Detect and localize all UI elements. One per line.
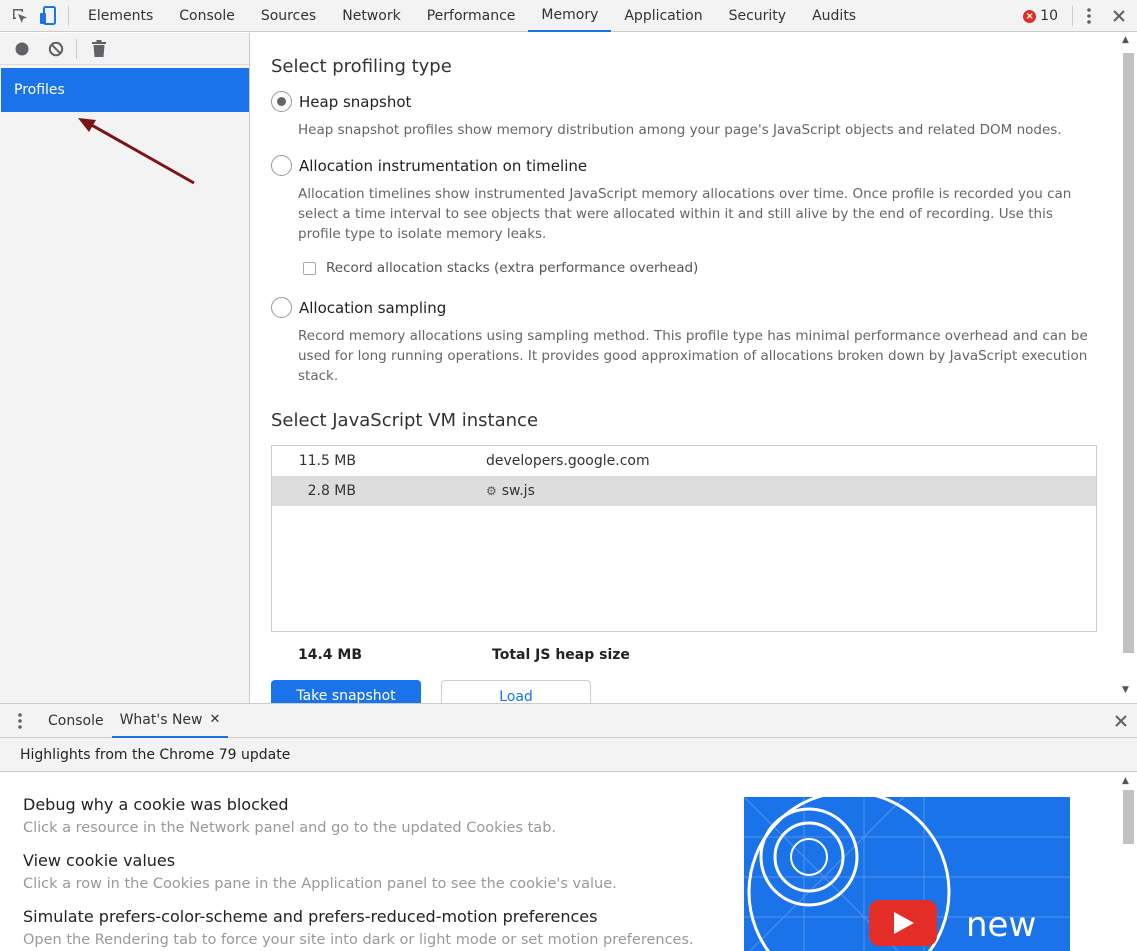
news-item-title[interactable]: Simulate prefers-color-scheme and prefer… bbox=[23, 907, 597, 926]
option-allocation-timeline[interactable]: Allocation instrumentation on timeline bbox=[271, 155, 587, 176]
drawer-tab-label: What's New bbox=[119, 711, 203, 728]
news-item-description: Click a resource in the Network panel an… bbox=[23, 820, 557, 836]
drawer-scrollbar-thumb[interactable] bbox=[1123, 790, 1134, 844]
load-button[interactable]: Load bbox=[441, 680, 591, 703]
option-label: Allocation sampling bbox=[299, 298, 447, 317]
news-item-description: Open the Rendering tab to force your sit… bbox=[23, 932, 694, 948]
option-allocation-sampling[interactable]: Allocation sampling bbox=[271, 297, 446, 318]
whats-new-content: Debug why a cookie was blocked Click a r… bbox=[0, 772, 1119, 951]
customize-menu-icon[interactable] bbox=[1077, 0, 1101, 32]
news-item-title[interactable]: Debug why a cookie was blocked bbox=[23, 795, 289, 814]
sidebar-item-label: Profiles bbox=[14, 82, 65, 98]
scroll-down-icon[interactable]: ▼ bbox=[1122, 685, 1129, 695]
profiling-type-title: Select profiling type bbox=[271, 56, 452, 77]
sidebar-toolbar bbox=[0, 33, 249, 65]
vm-instance-row[interactable]: 2.8 MB ⚙ sw.js bbox=[272, 476, 1096, 506]
panel-tabs: Elements Console Sources Network Perform… bbox=[75, 0, 869, 32]
whats-new-highlight: Highlights from the Chrome 79 update bbox=[0, 738, 1137, 772]
sidebar-item-profiles[interactable]: Profiles bbox=[1, 68, 249, 112]
inspect-element-icon[interactable] bbox=[6, 0, 34, 32]
total-heap-size: 14.4 MB Total JS heap size bbox=[298, 647, 630, 663]
vm-instance-size: 2.8 MB bbox=[307, 483, 356, 499]
radio-button[interactable] bbox=[271, 297, 292, 318]
vm-instance-row[interactable]: 11.5 MB developers.google.com bbox=[272, 446, 1096, 476]
drawer-scrollbar[interactable]: ▲ bbox=[1119, 772, 1137, 951]
drawer-menu-icon[interactable] bbox=[0, 712, 40, 729]
total-heap-size-value: 14.4 MB bbox=[298, 647, 363, 663]
vm-instance-title: Select JavaScript VM instance bbox=[271, 410, 539, 431]
record-stacks-option[interactable]: Record allocation stacks (extra performa… bbox=[303, 260, 698, 276]
tab-memory[interactable]: Memory bbox=[528, 0, 612, 32]
toolbar-divider bbox=[1072, 6, 1073, 26]
vm-instance-name-text: developers.google.com bbox=[486, 453, 650, 469]
profiles-sidebar: Profiles bbox=[0, 33, 250, 703]
drawer-tabbar: Console What's New ✕ bbox=[0, 703, 1137, 738]
clear-icon[interactable] bbox=[42, 35, 70, 63]
vm-instance-size: 11.5 MB bbox=[298, 453, 356, 469]
tab-elements[interactable]: Elements bbox=[75, 0, 166, 32]
tab-performance[interactable]: Performance bbox=[414, 0, 529, 32]
record-icon[interactable] bbox=[8, 35, 36, 63]
main-scrollbar-thumb[interactable] bbox=[1123, 53, 1134, 653]
news-item-title[interactable]: View cookie values bbox=[23, 851, 175, 870]
toolbar-right: × 10 bbox=[1023, 0, 1137, 32]
tab-audits[interactable]: Audits bbox=[799, 0, 869, 32]
trash-icon[interactable] bbox=[85, 35, 113, 63]
option-description: Allocation timelines show instrumented J… bbox=[298, 186, 1072, 242]
tab-security[interactable]: Security bbox=[716, 0, 800, 32]
tab-application[interactable]: Application bbox=[611, 0, 715, 32]
tab-sources[interactable]: Sources bbox=[248, 0, 329, 32]
option-label: Heap snapshot bbox=[299, 92, 412, 111]
record-stacks-checkbox[interactable] bbox=[303, 261, 316, 275]
take-snapshot-button[interactable]: Take snapshot bbox=[271, 680, 421, 703]
option-label: Allocation instrumentation on timeline bbox=[299, 156, 588, 175]
annotation-arrow-icon bbox=[78, 118, 195, 185]
device-toolbar-icon[interactable] bbox=[34, 0, 62, 32]
scroll-up-icon[interactable]: ▲ bbox=[1122, 776, 1129, 786]
promo-new-text: new bbox=[966, 905, 1037, 945]
memory-main-panel: Select profiling type Heap snapshot Heap… bbox=[251, 33, 1119, 703]
devtools-toolbar: Elements Console Sources Network Perform… bbox=[0, 0, 1137, 32]
vm-instance-name-text: sw.js bbox=[501, 483, 535, 499]
close-devtools-icon[interactable] bbox=[1101, 0, 1137, 32]
vm-instance-list: 11.5 MB developers.google.com 2.8 MB ⚙ s… bbox=[271, 445, 1097, 632]
record-stacks-label: Record allocation stacks (extra performa… bbox=[326, 260, 699, 276]
vm-instance-name: ⚙ sw.js bbox=[486, 483, 535, 499]
drawer-tab-console[interactable]: Console bbox=[40, 703, 112, 738]
drawer-tab-whats-new[interactable]: What's New ✕ bbox=[111, 703, 229, 738]
news-item-description: Click a row in the Cookies pane in the A… bbox=[23, 876, 617, 892]
radio-button[interactable] bbox=[271, 91, 292, 112]
error-count: 10 bbox=[1040, 8, 1058, 24]
radio-button[interactable] bbox=[271, 155, 292, 176]
toolbar-divider bbox=[68, 5, 69, 26]
main-scrollbar[interactable]: ▲ ▼ bbox=[1119, 33, 1137, 703]
error-counter[interactable]: × 10 bbox=[1023, 8, 1058, 24]
tab-console[interactable]: Console bbox=[166, 0, 248, 32]
option-description: Heap snapshot profiles show memory distr… bbox=[298, 122, 1062, 138]
option-heap-snapshot[interactable]: Heap snapshot bbox=[271, 91, 411, 112]
error-icon: × bbox=[1023, 9, 1037, 23]
total-heap-size-label: Total JS heap size bbox=[492, 647, 630, 663]
close-tab-icon[interactable]: ✕ bbox=[210, 712, 221, 727]
tab-network[interactable]: Network bbox=[329, 0, 413, 32]
scroll-up-icon[interactable]: ▲ bbox=[1122, 35, 1129, 45]
chrome-79-promo-image[interactable]: new bbox=[744, 797, 1070, 951]
sidebar-toolbar-divider bbox=[76, 38, 77, 59]
close-drawer-icon[interactable] bbox=[1115, 712, 1127, 731]
vm-instance-name: developers.google.com bbox=[486, 453, 650, 469]
gear-icon: ⚙ bbox=[486, 484, 497, 498]
option-description: Record memory allocations using sampling… bbox=[298, 328, 1088, 384]
